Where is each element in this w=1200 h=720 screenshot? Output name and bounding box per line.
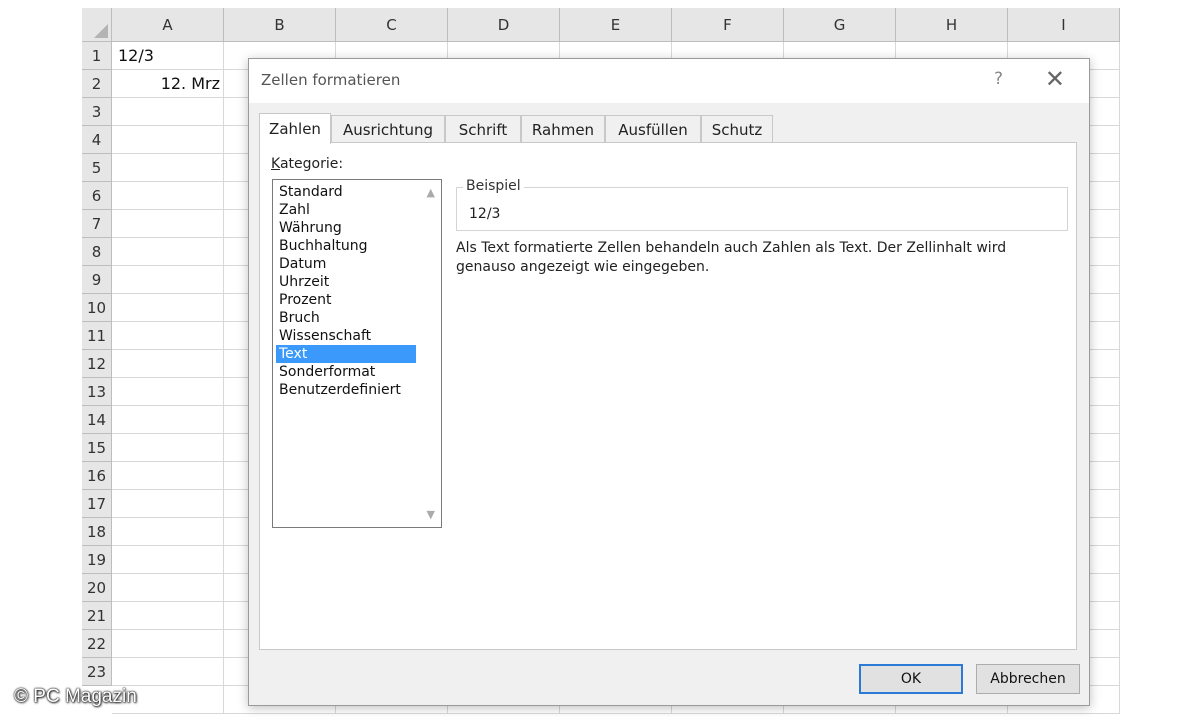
cell-a2[interactable]: 12. Mrz <box>112 70 220 98</box>
row-header[interactable]: 19 <box>82 546 112 574</box>
row-header[interactable]: 7 <box>82 210 112 238</box>
column-header-i[interactable]: I <box>1008 8 1120 42</box>
column-header-b[interactable]: B <box>224 8 336 42</box>
row-header[interactable]: 4 <box>82 126 112 154</box>
row-header[interactable]: 14 <box>82 406 112 434</box>
tab-zahlen[interactable]: Zahlen <box>259 113 331 144</box>
dialog-title: Zellen formatieren <box>261 71 401 89</box>
column-header-c[interactable]: C <box>336 8 448 42</box>
category-item-benutzerdefiniert[interactable]: Benutzerdefiniert <box>276 381 416 399</box>
help-icon[interactable]: ? <box>994 69 1003 89</box>
row-header[interactable]: 6 <box>82 182 112 210</box>
row-header[interactable]: 9 <box>82 266 112 294</box>
select-all-corner[interactable] <box>82 8 112 42</box>
category-item-uhrzeit[interactable]: Uhrzeit <box>276 273 416 291</box>
row-header[interactable]: 21 <box>82 602 112 630</box>
close-icon[interactable]: ✕ <box>1045 65 1065 93</box>
row-header[interactable]: 15 <box>82 434 112 462</box>
format-description: Als Text formatierte Zellen behandeln au… <box>456 240 1007 275</box>
category-item-sonderformat[interactable]: Sonderformat <box>276 363 416 381</box>
tab-panel-zahlen: Kategorie: Standard Zahl Währung Buchhal… <box>259 142 1077 650</box>
row-header[interactable]: 17 <box>82 490 112 518</box>
category-item-waehrung[interactable]: Währung <box>276 219 416 237</box>
row-header[interactable]: 22 <box>82 630 112 658</box>
category-item-prozent[interactable]: Prozent <box>276 291 416 309</box>
row-header[interactable]: 18 <box>82 518 112 546</box>
row-header[interactable]: 8 <box>82 238 112 266</box>
category-item-wissenschaft[interactable]: Wissenschaft <box>276 327 416 345</box>
column-header-g[interactable]: G <box>784 8 896 42</box>
row-header[interactable]: 3 <box>82 98 112 126</box>
category-item-zahl[interactable]: Zahl <box>276 201 416 219</box>
ok-button[interactable]: OK <box>859 664 963 694</box>
row-header[interactable]: 13 <box>82 378 112 406</box>
row-header[interactable]: 12 <box>82 350 112 378</box>
cell-a1[interactable]: 12/3 <box>118 42 154 70</box>
category-item-buchhaltung[interactable]: Buchhaltung <box>276 237 416 255</box>
category-item-standard[interactable]: Standard <box>276 183 416 201</box>
row-header[interactable]: 1 <box>82 42 112 70</box>
category-item-datum[interactable]: Datum <box>276 255 416 273</box>
column-header-h[interactable]: H <box>896 8 1008 42</box>
beispiel-label: Beispiel <box>463 178 524 194</box>
row-header[interactable]: 20 <box>82 574 112 602</box>
format-cells-dialog: Zellen formatieren ? ✕ Zahlen Ausrichtun… <box>248 58 1090 706</box>
row-header[interactable]: 23 <box>82 658 112 686</box>
row-header[interactable]: 5 <box>82 154 112 182</box>
scroll-up-icon[interactable]: ▲ <box>427 186 435 199</box>
cancel-button[interactable]: Abbrechen <box>976 664 1080 694</box>
column-header-f[interactable]: F <box>672 8 784 42</box>
beispiel-group: Beispiel 12/3 <box>456 178 1068 231</box>
row-header[interactable]: 10 <box>82 294 112 322</box>
category-item-text[interactable]: Text <box>276 345 416 363</box>
column-header-a[interactable]: A <box>112 8 224 42</box>
row-header[interactable]: 2 <box>82 70 112 98</box>
row-header[interactable]: 11 <box>82 322 112 350</box>
tab-schutz[interactable]: Schutz <box>701 115 773 143</box>
column-header-d[interactable]: D <box>448 8 560 42</box>
scroll-down-icon[interactable]: ▼ <box>427 508 435 521</box>
tab-ausrichtung[interactable]: Ausrichtung <box>331 115 445 143</box>
kategorie-label: Kategorie: <box>271 156 344 172</box>
tab-ausfuellen[interactable]: Ausfüllen <box>605 115 701 143</box>
beispiel-value: 12/3 <box>469 206 501 222</box>
tab-schrift[interactable]: Schrift <box>445 115 521 143</box>
category-item-bruch[interactable]: Bruch <box>276 309 416 327</box>
tab-rahmen[interactable]: Rahmen <box>521 115 605 143</box>
category-list[interactable]: Standard Zahl Währung Buchhaltung Datum … <box>272 179 442 528</box>
dialog-titlebar[interactable]: Zellen formatieren ? ✕ <box>249 59 1089 103</box>
watermark: © PC Magazin <box>14 686 137 707</box>
row-header[interactable]: 16 <box>82 462 112 490</box>
column-header-e[interactable]: E <box>560 8 672 42</box>
